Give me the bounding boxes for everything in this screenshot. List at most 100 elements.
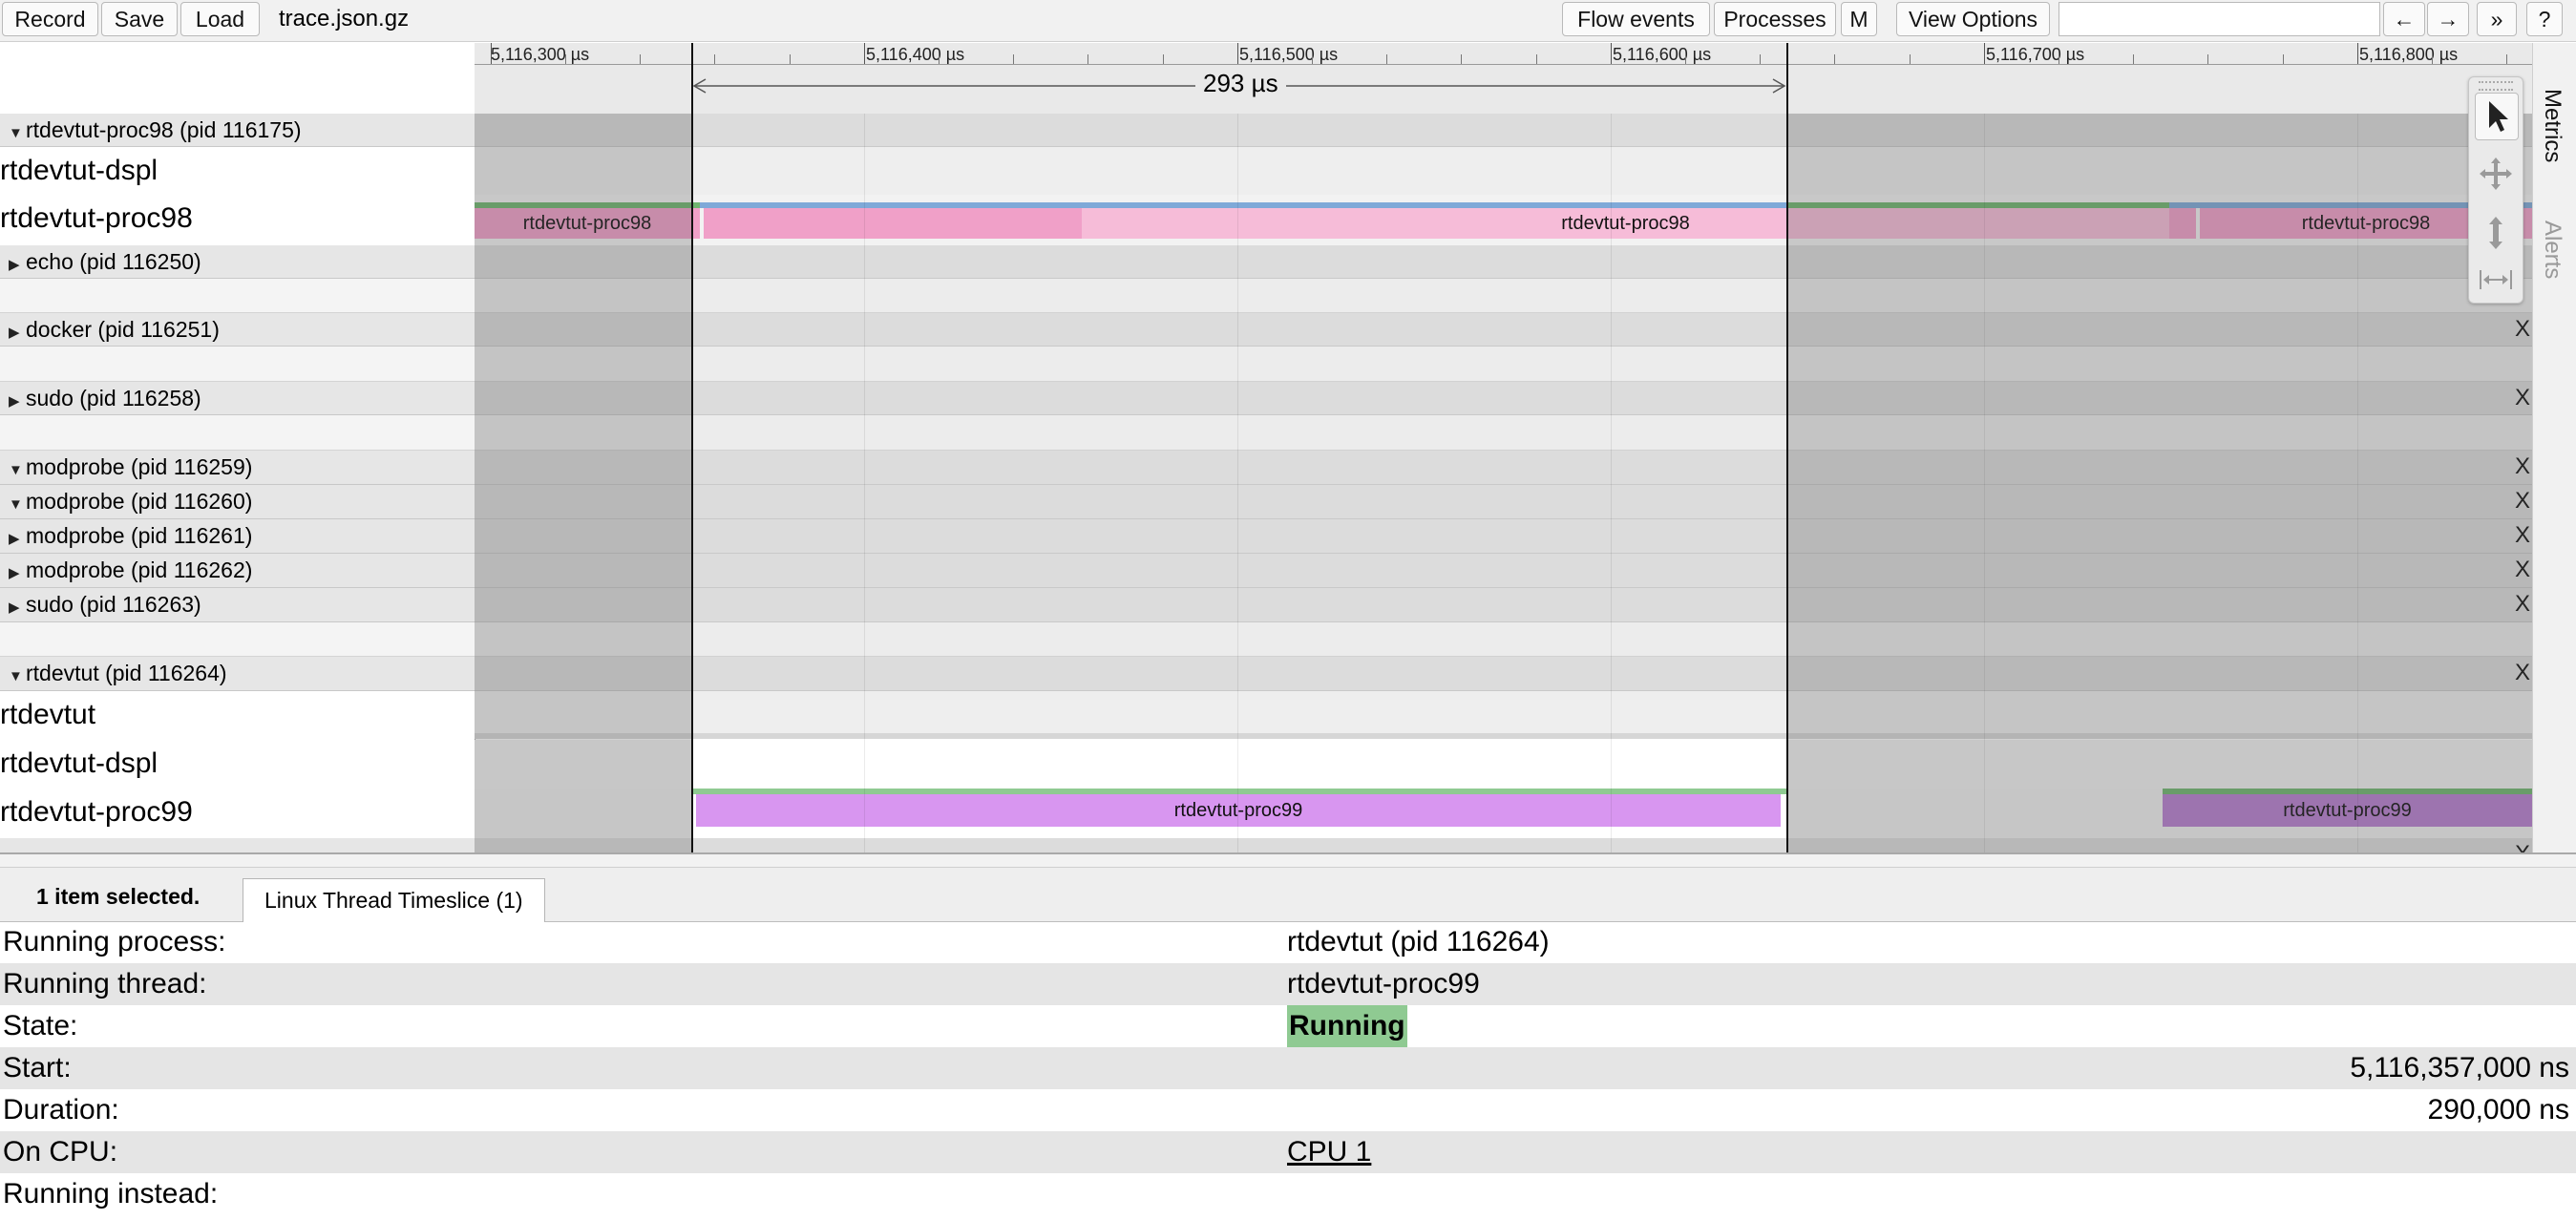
detail-row-duration: Duration: 290,000 ns (0, 1089, 2576, 1131)
close-process-icon[interactable]: X (2515, 519, 2530, 552)
ruler-tick (1984, 43, 1985, 64)
process-header-modprobe-116259[interactable]: ▼ modprobe (pid 116259) (0, 451, 475, 485)
process-header-modprobe-116261[interactable]: ▶ modprobe (pid 116261) (0, 519, 475, 554)
process-track[interactable]: X (475, 485, 2532, 519)
thread-track-proc99[interactable]: rtdevtut-proc99 rtdevtut-proc99 (475, 789, 2532, 838)
process-name: rtdevtut-proc98 (pid 116175) (26, 117, 302, 142)
gridline (2357, 114, 2358, 852)
timing-icon[interactable] (2475, 259, 2517, 305)
cpu-link[interactable]: CPU 1 (1287, 1131, 1371, 1173)
expanded-triangle-icon[interactable]: ▼ (9, 117, 26, 146)
process-header-docker[interactable]: ▶ docker (pid 116251) (0, 313, 475, 347)
close-process-icon[interactable]: X (2515, 657, 2530, 689)
search-input[interactable] (2059, 2, 2380, 36)
close-process-icon[interactable]: X (2515, 313, 2530, 346)
track-area[interactable]: rtdevtut-proc98 rtdevtut-proc98 rtdevtut… (475, 114, 2532, 852)
time-ruler[interactable]: 5,116,300 µs 5,116,400 µs 5,116,500 µs 5… (475, 43, 2532, 114)
pan-icon[interactable] (2475, 152, 2517, 198)
record-button[interactable]: Record (2, 2, 98, 36)
process-header-echo[interactable]: ▶ echo (pid 116250) (0, 245, 475, 279)
process-header-cut-off[interactable] (0, 838, 475, 852)
process-header-modprobe-116262[interactable]: ▶ modprobe (pid 116262) (0, 554, 475, 588)
close-process-icon[interactable]: X (2515, 838, 2530, 852)
process-track[interactable]: X (475, 313, 2532, 347)
slice-proc99-right[interactable]: rtdevtut-proc99 (2163, 794, 2532, 827)
thread-track-dspl-2[interactable] (475, 740, 2532, 789)
selection-end-line (1786, 43, 1788, 852)
detail-row-start: Start: 5,116,357,000 ns (0, 1047, 2576, 1089)
expanded-triangle-icon[interactable]: ▼ (9, 489, 26, 518)
zoom-icon[interactable] (2475, 211, 2517, 257)
process-header-modprobe-116260[interactable]: ▼ modprobe (pid 116260) (0, 485, 475, 519)
process-header-rtdevtut-proc98[interactable]: ▼ rtdevtut-proc98 (pid 116175) (0, 114, 475, 147)
slice-proc98-mid[interactable]: rtdevtut-proc98 (1082, 208, 2169, 239)
process-track[interactable]: X (475, 519, 2532, 554)
process-track[interactable]: X (475, 554, 2532, 588)
ruler-minor-tick (939, 54, 940, 64)
help-button[interactable]: ? (2526, 2, 2563, 36)
process-track[interactable]: X (475, 588, 2532, 622)
ruler-baseline (475, 64, 2532, 65)
ruler-minor-tick (2432, 54, 2433, 64)
metrics-tab[interactable]: Metrics (2539, 89, 2565, 162)
drag-handle[interactable] (2479, 81, 2513, 91)
ruler-tick-label: 5,116,500 µs (1239, 45, 1339, 64)
process-header-sudo-116263[interactable]: ▶ sudo (pid 116263) (0, 588, 475, 622)
close-process-icon[interactable]: X (2515, 485, 2530, 517)
close-process-icon[interactable]: X (2515, 451, 2530, 483)
ruler-minor-tick (790, 54, 791, 64)
close-process-icon[interactable]: X (2515, 588, 2530, 621)
collapsed-triangle-icon[interactable]: ▶ (9, 386, 26, 414)
process-track[interactable]: X (475, 451, 2532, 485)
processes-button[interactable]: Processes (1714, 2, 1836, 36)
collapsed-triangle-icon[interactable]: ▶ (9, 317, 26, 346)
thread-track-rtdevtut[interactable] (475, 691, 2532, 739)
expanded-triangle-icon[interactable]: ▼ (9, 661, 26, 690)
thread-track-dspl[interactable] (475, 147, 2532, 195)
detail-key: Running process: (3, 926, 226, 957)
process-track[interactable]: X (475, 657, 2532, 691)
load-button[interactable]: Load (180, 2, 260, 36)
alerts-tab[interactable]: Alerts (2539, 221, 2565, 279)
process-name: modprobe (pid 116261) (26, 523, 253, 548)
gridline (1237, 114, 1238, 852)
tab-linux-thread-timeslice[interactable]: Linux Thread Timeslice (1) (243, 878, 545, 922)
process-track[interactable]: X (475, 838, 2532, 852)
collapsed-triangle-icon[interactable]: ▶ (9, 557, 26, 587)
slice-proc98-segment[interactable] (2169, 208, 2196, 239)
detail-row-running-instead: Running instead: (0, 1173, 2576, 1215)
slice-proc99-selected[interactable]: rtdevtut-proc99 (696, 794, 1781, 827)
process-track[interactable]: X (475, 382, 2532, 415)
collapsed-triangle-icon[interactable]: ▶ (9, 249, 26, 278)
process-track[interactable] (475, 245, 2532, 279)
thread-track-proc98[interactable]: rtdevtut-proc98 rtdevtut-proc98 rtdevtut… (475, 195, 2532, 245)
selection-count: 1 item selected. (36, 884, 201, 909)
flow-events-button[interactable]: Flow events (1562, 2, 1710, 36)
save-button[interactable]: Save (101, 2, 178, 36)
slice-proc98-segment[interactable] (704, 208, 1082, 239)
process-header-rtdevtut[interactable]: ▼ rtdevtut (pid 116264) (0, 657, 475, 691)
panel-resize-handle[interactable] (0, 852, 2576, 868)
mouse-mode-palette (2468, 76, 2523, 304)
collapsed-triangle-icon[interactable]: ▶ (9, 592, 26, 621)
collapsed-triangle-icon[interactable]: ▶ (9, 523, 26, 553)
expanded-triangle-icon[interactable]: ▼ (9, 454, 26, 484)
prev-result-button[interactable]: ← (2383, 2, 2425, 36)
close-process-icon[interactable]: X (2515, 382, 2530, 414)
more-button[interactable]: » (2477, 2, 2517, 36)
metadata-button[interactable]: M (1841, 2, 1877, 36)
detail-key: State: (3, 1010, 78, 1041)
close-process-icon[interactable]: X (2515, 554, 2530, 586)
next-result-button[interactable]: → (2427, 2, 2469, 36)
ruler-minor-tick (2506, 54, 2507, 64)
ruler-label-spacer (0, 43, 475, 114)
ruler-tick-label: 5,116,400 µs (866, 45, 965, 64)
view-options-button[interactable]: View Options (1896, 2, 2050, 36)
pointer-icon[interactable] (2475, 93, 2519, 140)
process-track[interactable] (475, 114, 2532, 147)
process-name: rtdevtut (pid 116264) (26, 661, 227, 685)
process-spacer (0, 279, 475, 313)
state-badge: Running (1287, 1005, 1407, 1047)
process-header-sudo-116258[interactable]: ▶ sudo (pid 116258) (0, 382, 475, 415)
slice-proc98-left[interactable]: rtdevtut-proc98 (475, 208, 700, 239)
